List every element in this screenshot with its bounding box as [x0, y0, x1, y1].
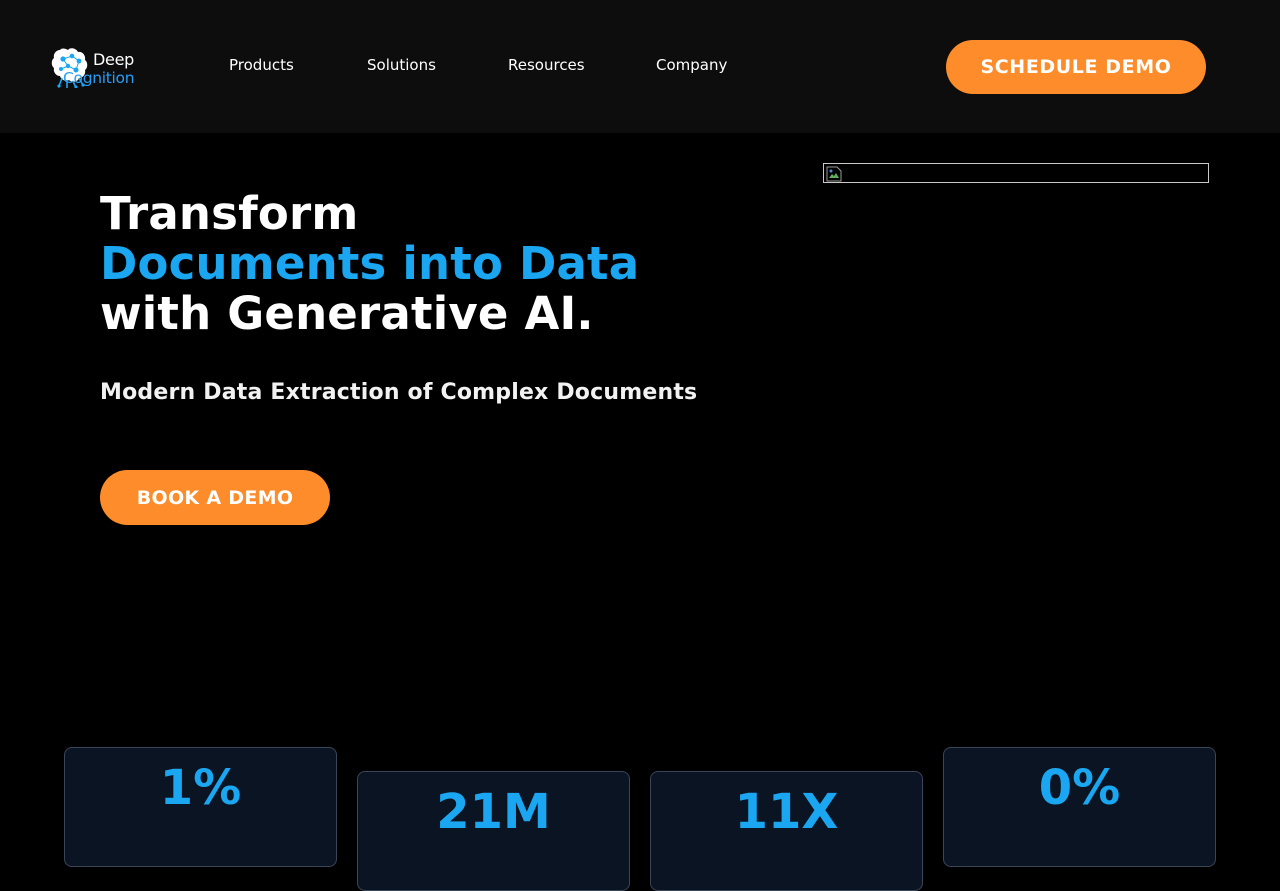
- hero-title-line-3: with Generative AI.: [100, 287, 594, 340]
- nav-item-solutions[interactable]: Solutions: [367, 56, 436, 74]
- stat-card: 11X: [650, 771, 923, 891]
- stat-card: 1%: [64, 747, 337, 867]
- hero-title: Transform Documents into Data with Gener…: [100, 189, 639, 339]
- logo-wordmark-bottom: Cognition: [63, 69, 135, 87]
- logo-wordmark-top: Deep: [93, 50, 134, 69]
- hero-title-line-1: Transform: [100, 187, 359, 240]
- site-header: Deep Cognition Products Solutions Resour…: [0, 0, 1280, 133]
- hero-title-line-2: Documents into Data: [100, 237, 640, 290]
- stat-card: 0%: [943, 747, 1216, 867]
- stat-value: 21M: [436, 784, 551, 840]
- hero-image: [823, 163, 1209, 183]
- book-demo-button[interactable]: BOOK A DEMO: [100, 470, 330, 525]
- stat-value: 0%: [1038, 760, 1121, 816]
- logo[interactable]: Deep Cognition: [50, 40, 150, 92]
- hero-subtitle: Modern Data Extraction of Complex Docume…: [100, 380, 698, 405]
- schedule-demo-button[interactable]: SCHEDULE DEMO: [946, 40, 1206, 94]
- stat-card: 21M: [357, 771, 630, 891]
- stat-value: 1%: [159, 760, 242, 816]
- nav-item-company[interactable]: Company: [656, 56, 727, 74]
- nav-item-resources[interactable]: Resources: [508, 56, 585, 74]
- broken-image-icon: [826, 166, 842, 182]
- stat-value: 11X: [734, 784, 839, 840]
- nav-item-products[interactable]: Products: [229, 56, 294, 74]
